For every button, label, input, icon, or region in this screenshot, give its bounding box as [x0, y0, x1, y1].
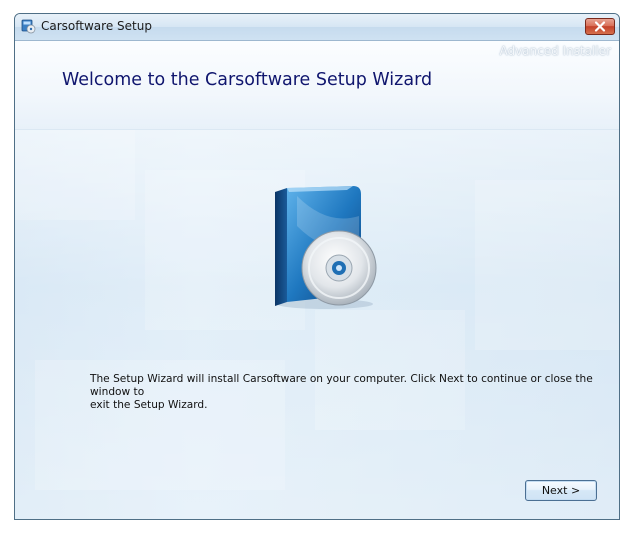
intro-line-2: exit the Setup Wizard. — [90, 399, 208, 411]
intro-text: The Setup Wizard will install Carsoftwar… — [90, 373, 610, 412]
wizard-content: The Setup Wizard will install Carsoftwar… — [15, 130, 619, 519]
installer-app-icon — [21, 19, 36, 34]
intro-line-1: The Setup Wizard will install Carsoftwar… — [90, 373, 593, 398]
wizard-header: Advanced Installer Welcome to the Carsof… — [15, 41, 619, 130]
title-bar[interactable]: Carsoftware Setup — [15, 14, 619, 41]
brand-watermark: Advanced Installer — [499, 44, 611, 58]
page-title: Welcome to the Carsoftware Setup Wizard — [62, 70, 433, 90]
background-tile — [315, 310, 465, 430]
window-title: Carsoftware Setup — [41, 19, 152, 33]
background-tile — [475, 180, 619, 350]
close-button[interactable] — [585, 18, 615, 35]
setup-window: Carsoftware Setup Advanced Installer Wel… — [14, 13, 620, 520]
next-button[interactable]: Next > — [525, 480, 597, 501]
background-tile — [15, 130, 135, 220]
close-icon — [594, 21, 606, 32]
software-box-cd-icon — [275, 186, 377, 309]
